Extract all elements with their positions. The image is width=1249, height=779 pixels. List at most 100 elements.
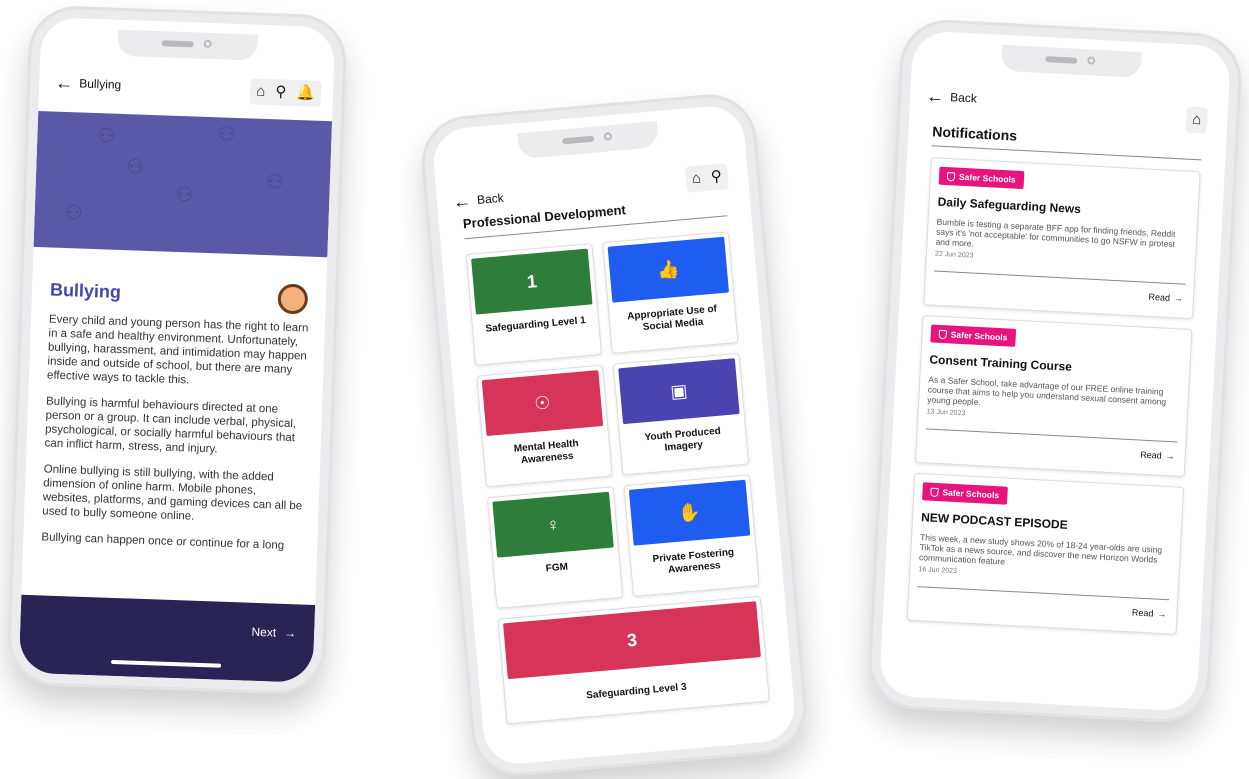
phone-notifications: ← Back ⌂ Notifications Safer Schools Dai… xyxy=(866,17,1244,725)
page-title: Notifications xyxy=(931,123,1018,144)
divider xyxy=(934,270,1186,285)
divider xyxy=(917,586,1170,601)
people-icon: ⚇ xyxy=(64,202,84,225)
arrow-right-icon: → xyxy=(1157,608,1167,620)
people-icon: ⚇ xyxy=(175,183,194,207)
phone-professional-development: ← Back ⌂ ⚲ Professional Development 1 Sa… xyxy=(417,90,811,779)
read-button[interactable]: Read → xyxy=(1148,292,1183,304)
top-bar: ← Bullying ⌂ ⚲ 🔔 xyxy=(38,65,333,115)
back-label: Back xyxy=(476,190,505,208)
divider xyxy=(931,145,1202,161)
tile-youth-produced-imagery[interactable]: ▣ Youth Produced Imagery xyxy=(612,352,750,476)
tile-label: Appropriate Use of Social Media xyxy=(626,303,718,334)
tile-fgm[interactable]: ♀ FGM xyxy=(486,486,624,609)
female-symbol-icon: ♀ xyxy=(492,491,614,558)
tile-label: Safeguarding Level 1 xyxy=(485,315,587,335)
article-paragraph: Bullying is harmful behaviours directed … xyxy=(44,395,297,456)
avatar xyxy=(277,283,309,315)
home-indicator xyxy=(111,659,222,668)
badge-label: Safer Schools xyxy=(950,329,1008,343)
back-button[interactable]: ← Back xyxy=(452,190,505,213)
back-label: Bullying xyxy=(78,76,122,92)
people-icon: ⚇ xyxy=(97,125,116,148)
tile-label: Youth Produced Imagery xyxy=(644,425,722,454)
read-button[interactable]: Read → xyxy=(1132,607,1167,619)
next-label: Next xyxy=(251,624,277,640)
screen-notifications: ← Back ⌂ Notifications Safer Schools Dai… xyxy=(878,30,1232,712)
badge-label: Safer Schools xyxy=(958,171,1016,185)
bell-icon[interactable]: 🔔 xyxy=(296,84,315,103)
thumbs-up-icon: 👍 xyxy=(607,236,730,303)
read-button[interactable]: Read → xyxy=(1140,450,1175,462)
tile-label: Safeguarding Level 3 xyxy=(585,681,688,702)
article-paragraph: Bullying can happen once or continue for… xyxy=(41,531,285,552)
tile-label: Mental Health Awareness xyxy=(513,438,580,467)
hero-banner: ⚇ ⚇ ⚇ ⚇ ⚇ ⚇ xyxy=(33,111,333,258)
back-button[interactable]: ← Back xyxy=(925,85,978,107)
notification-card[interactable]: Safer Schools Consent Training Course As… xyxy=(915,315,1193,477)
read-label: Read xyxy=(1139,449,1162,461)
notification-card[interactable]: Safer Schools NEW PODCAST EPISODE This w… xyxy=(906,472,1185,635)
people-icon: ⚇ xyxy=(217,123,236,146)
arrow-right-icon: → xyxy=(1165,450,1175,462)
screen-bullying: ← Bullying ⌂ ⚲ 🔔 ⚇ ⚇ ⚇ ⚇ ⚇ ⚇ Bullying Ev… xyxy=(18,17,336,683)
arrow-left-icon: ← xyxy=(452,190,472,213)
article-content: Bullying Every child and young person ha… xyxy=(41,280,313,566)
tile-appropriate-use-social-media[interactable]: 👍 Appropriate Use of Social Media xyxy=(602,231,739,354)
arrow-left-icon: ← xyxy=(925,85,945,107)
phone-notch xyxy=(517,121,660,160)
source-badge: Safer Schools xyxy=(922,482,1008,505)
notification-date: 22 Jun 2023 xyxy=(934,250,974,260)
shield-icon: 3 xyxy=(502,601,761,680)
shield-icon xyxy=(930,487,939,497)
notification-card[interactable]: Safer Schools Daily Safeguarding News Bu… xyxy=(923,157,1201,320)
source-badge: Safer Schools xyxy=(938,166,1025,190)
read-label: Read xyxy=(1131,607,1154,619)
nav-icon-bar: ⌂ ⚲ 🔔 xyxy=(249,78,322,107)
article-heading: Bullying xyxy=(49,279,122,303)
phone-notch xyxy=(117,29,259,61)
footer-bar: Next → xyxy=(18,594,316,683)
read-label: Read xyxy=(1148,291,1171,303)
arrow-right-icon: → xyxy=(1173,293,1184,304)
home-icon[interactable]: ⌂ xyxy=(1192,111,1202,129)
people-icon: ⚇ xyxy=(265,171,285,194)
people-icon: ⚇ xyxy=(125,156,145,179)
arrow-right-icon: → xyxy=(283,625,297,641)
shield-icon: 1 xyxy=(471,248,593,315)
phone-bullying: ← Bullying ⌂ ⚲ 🔔 ⚇ ⚇ ⚇ ⚇ ⚇ ⚇ Bullying Ev… xyxy=(6,4,348,696)
search-icon[interactable]: ⚲ xyxy=(710,168,723,187)
search-icon[interactable]: ⚲ xyxy=(275,83,287,101)
back-label: Back xyxy=(949,90,978,106)
notification-date: 16 Jun 2023 xyxy=(918,566,958,576)
nav-icon-bar: ⌂ xyxy=(1185,106,1208,134)
tile-label: Private Fostering Awareness xyxy=(652,547,735,576)
course-grid: 1 Safeguarding Level 1 👍 Appropriate Use… xyxy=(465,231,770,725)
notification-title: Consent Training Course xyxy=(929,352,1073,374)
phone-notch xyxy=(1000,44,1142,79)
hand-icon: ✋ xyxy=(628,479,751,546)
home-icon[interactable]: ⌂ xyxy=(691,169,702,188)
shield-icon xyxy=(946,171,956,181)
nav-icon-bar: ⌂ ⚲ xyxy=(684,163,730,193)
notification-title: NEW PODCAST EPISODE xyxy=(920,510,1069,532)
notification-title: Daily Safeguarding News xyxy=(937,194,1082,217)
article-paragraph: Online bullying is still bullying, with … xyxy=(42,463,303,523)
head-icon: ☉ xyxy=(481,370,604,437)
next-button[interactable]: Next → xyxy=(251,625,296,641)
tile-label: FGM xyxy=(545,561,569,575)
source-badge: Safer Schools xyxy=(930,324,1016,347)
back-button[interactable]: ← Bullying xyxy=(54,72,122,94)
arrow-left-icon: ← xyxy=(54,72,74,94)
tile-safeguarding-level-3[interactable]: 3 Safeguarding Level 3 xyxy=(497,595,770,725)
divider xyxy=(925,428,1178,443)
notification-date: 13 Jun 2023 xyxy=(926,408,966,418)
tile-private-fostering-awareness[interactable]: ✋ Private Fostering Awareness xyxy=(623,474,760,597)
tile-safeguarding-level-1[interactable]: 1 Safeguarding Level 1 xyxy=(465,243,602,366)
article-paragraph: Every child and young person has the rig… xyxy=(46,313,309,387)
home-icon[interactable]: ⌂ xyxy=(256,83,266,101)
badge-label: Safer Schools xyxy=(942,487,1000,501)
shield-icon xyxy=(938,329,948,339)
tile-mental-health-awareness[interactable]: ☉ Mental Health Awareness xyxy=(476,364,613,488)
image-icon: ▣ xyxy=(618,358,740,425)
